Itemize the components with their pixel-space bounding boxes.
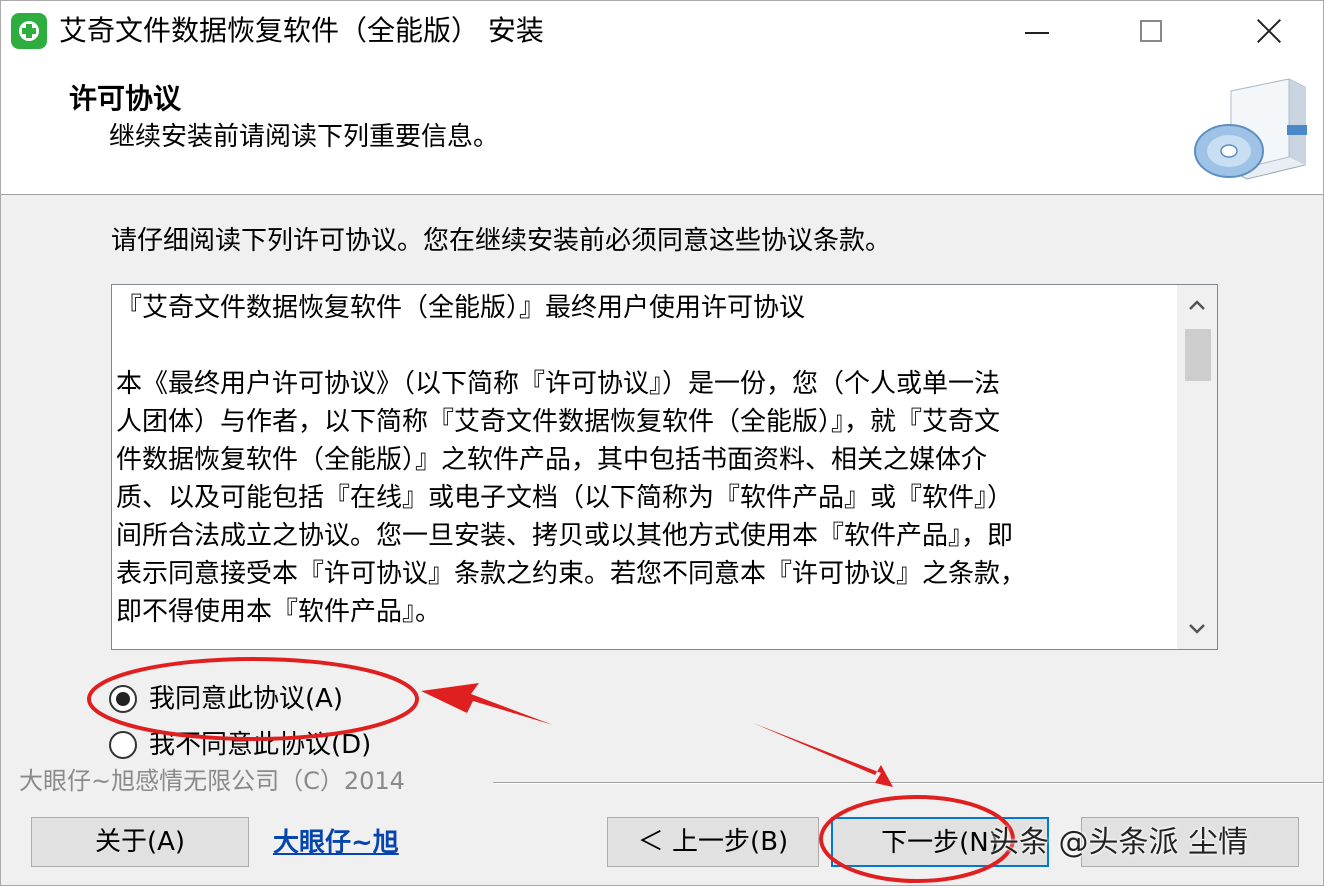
close-button[interactable]: [1239, 1, 1299, 61]
license-heading: 『艾奇文件数据恢复软件（全能版）』最终用户使用许可协议: [116, 293, 806, 323]
about-button[interactable]: 关于(A): [31, 817, 249, 867]
vertical-scrollbar[interactable]: [1177, 285, 1217, 649]
title-bar[interactable]: 艾奇文件数据恢复软件（全能版） 安装: [1, 1, 1323, 61]
license-line: 本《最终用户许可协议》（以下简称『许可协议』）是一份，您（个人或单一法: [116, 369, 1001, 399]
radio-checked-icon[interactable]: [109, 685, 137, 713]
scroll-thumb[interactable]: [1185, 329, 1211, 381]
setup-disc-icon: [1194, 78, 1307, 180]
wizard-header: 许可协议 继续安装前请阅读下列重要信息。: [1, 61, 1323, 195]
license-content: 『艾奇文件数据恢复软件（全能版）』最终用户使用许可协议 本《最终用户许可协议》（…: [116, 289, 1174, 631]
license-line: 质、以及可能包括『在线』或电子文档（以下简称为『软件产品』或『软件』）: [116, 483, 1014, 513]
installer-window: 艾奇文件数据恢复软件（全能版） 安装 许可协议 继续安装前请阅读下列重要信息。 …: [0, 0, 1324, 886]
license-line: 即不得使用本『软件产品』。: [116, 597, 442, 627]
copyright-text: 大眼仔~旭感情无限公司（C）2014: [19, 767, 405, 795]
minimize-button[interactable]: [1007, 1, 1067, 61]
window-title: 艾奇文件数据恢复软件（全能版） 安装: [59, 14, 544, 47]
page-subtitle: 继续安装前请阅读下列重要信息。: [109, 122, 500, 152]
maximize-button: [1121, 1, 1181, 61]
page-title: 许可协议: [69, 82, 182, 115]
agree-radio[interactable]: 我同意此协议(A): [109, 681, 343, 717]
back-button[interactable]: ＜ 上一步(B): [607, 817, 819, 867]
next-arrow-icon: [753, 723, 893, 787]
close-icon: [1255, 17, 1283, 45]
app-plus-icon: [11, 13, 47, 49]
license-textbox[interactable]: 『艾奇文件数据恢复软件（全能版）』最终用户使用许可协议 本《最终用户许可协议》（…: [111, 284, 1218, 650]
instruction-text: 请仔细阅读下列许可协议。您在继续安装前必须同意这些协议条款。: [111, 226, 892, 256]
license-line: 件数据恢复软件（全能版）』之软件产品，其中包括书面资料、相关之媒体介: [116, 445, 988, 475]
watermark-text: 头条 @头条派 尘情: [989, 825, 1249, 860]
radio-unchecked-icon[interactable]: [109, 731, 137, 759]
disagree-radio-label: 我不同意此协议(D): [149, 730, 372, 760]
footer-divider: [493, 782, 1323, 784]
disagree-radio[interactable]: 我不同意此协议(D): [109, 727, 371, 763]
minimize-icon: [1025, 32, 1049, 34]
maximize-icon: [1140, 20, 1162, 42]
scroll-down-icon[interactable]: [1177, 609, 1217, 649]
license-line: 间所合法成立之协议。您一旦安装、拷贝或以其他方式使用本『软件产品』，即: [116, 521, 1014, 551]
author-link[interactable]: 大眼仔~旭: [273, 823, 399, 863]
license-line: 人团体）与作者，以下简称『艾奇文件数据恢复软件（全能版）』，就『艾奇文: [116, 407, 1001, 437]
agree-radio-label: 我同意此协议(A): [149, 684, 344, 714]
license-line: 表示同意接受本『许可协议』条款之约束。若您不同意本『许可协议』之条款，: [116, 559, 1027, 589]
agree-arrow-icon: [421, 683, 553, 725]
scroll-up-icon[interactable]: [1177, 285, 1217, 325]
